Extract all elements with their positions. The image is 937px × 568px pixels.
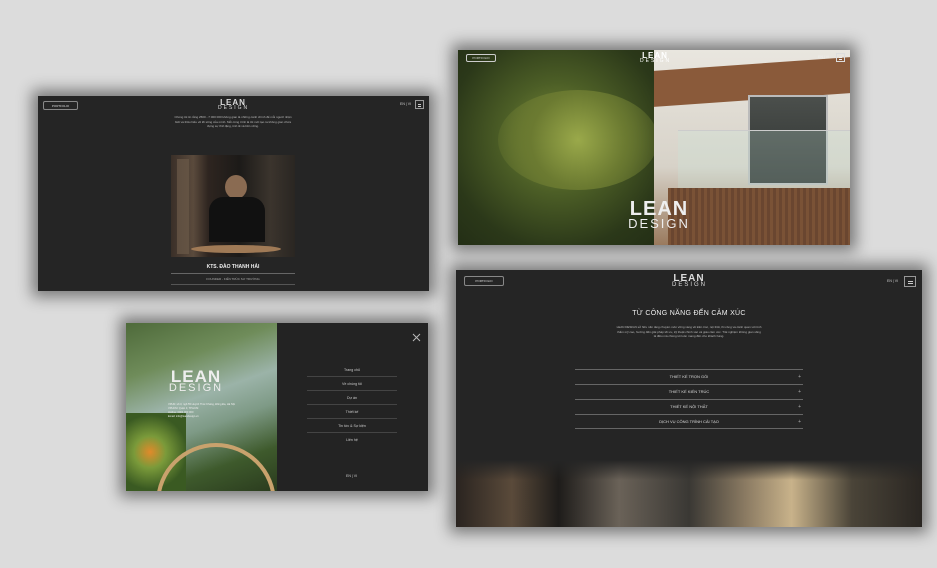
hero-deck [668, 188, 850, 245]
accordion-package-design[interactable]: THIẾT KẾ TRỌN GÓI + [575, 369, 803, 383]
accordion-label: THIẾT KẾ TRỌN GÓI [669, 374, 709, 379]
hero-tree-canopy [498, 90, 658, 190]
accordion-architecture-design[interactable]: THIẾT KẾ KIẾN TRÚC + [575, 384, 803, 398]
services-bottom-image [456, 460, 922, 527]
menu-button[interactable] [904, 276, 916, 287]
accordion-label: THIẾT KẾ NỘI THẤT [670, 404, 708, 409]
menu-item-projects[interactable]: Dự án [307, 392, 397, 405]
services-image-fade [456, 460, 922, 480]
menu-language-switch[interactable]: EN | VI [346, 474, 357, 478]
menu-side-image: LEAN DESIGN VPHN: số 3, ngõ 55 Huỳnh Thú… [126, 323, 277, 491]
services-body: LEAN DESIGN sở hữu nền tảng chuyên môn v… [616, 325, 762, 338]
logo-line2: DESIGN [640, 58, 672, 65]
panel-hero: PORTFOLIO LEAN DESIGN EN | VI LEAN DESIG… [458, 50, 850, 245]
logo-line2: DESIGN [672, 282, 708, 288]
hero-railing [678, 130, 850, 189]
plus-icon: + [798, 389, 801, 395]
hero-logo-line2: DESIGN [628, 216, 690, 231]
menu-button[interactable] [836, 53, 845, 62]
menu-logo-line2: DESIGN [168, 382, 224, 395]
menu-item-about[interactable]: Về chúng tôi [307, 378, 397, 391]
plus-icon: + [798, 404, 801, 410]
logo[interactable]: LEAN DESIGN [640, 51, 672, 65]
panel-founder: PORTFOLIO LEAN DESIGN EN | VI Chúng tôi … [38, 96, 429, 291]
language-switch[interactable]: EN | VI [887, 279, 898, 283]
accordion-interior-design[interactable]: THIẾT KẾ NỘI THẤT + [575, 399, 803, 413]
founder-role: FOUNDER - KIẾN TRÚC SƯ TRƯỞNG [206, 277, 260, 281]
accordion-renovation[interactable]: DỊCH VỤ CÔNG TRÌNH CẢI TẠO + [575, 414, 803, 429]
intro-text: Chúng tôi tin rằng 2500 - 7 000 000 khôn… [174, 115, 292, 128]
founder-name: KTS. ĐÀO THANH HẢI [206, 264, 260, 270]
menu-button[interactable] [415, 100, 424, 109]
founder-divider [171, 273, 295, 274]
founder-photo [171, 155, 295, 257]
menu-contact: VPHN: số 3, ngõ 55 Huỳnh Thúc Kháng, Đốn… [168, 403, 235, 418]
accordion-label: THIẾT KẾ KIẾN TRÚC [668, 389, 710, 394]
services-heading: TỪ CÔNG NĂNG ĐẾN CẢM XÚC [632, 310, 746, 317]
menu-item-news[interactable]: Tin tức & Sự kiện [307, 420, 397, 433]
portfolio-button[interactable]: PORTFOLIO [466, 54, 496, 62]
menu-item-contact[interactable]: Liên hệ [307, 434, 397, 446]
plus-icon: + [798, 419, 801, 425]
logo[interactable]: LEAN DESIGN [218, 98, 250, 112]
hero-logo-overlay: LEAN DESIGN [624, 199, 694, 231]
menu-item-home[interactable]: Trang chủ [307, 364, 397, 377]
portfolio-button[interactable]: PORTFOLIO [43, 101, 78, 110]
close-icon[interactable] [412, 329, 421, 342]
portfolio-button[interactable]: PORTFOLIO [464, 276, 504, 286]
menu-logo: LEAN DESIGN [166, 368, 226, 395]
plus-icon: + [798, 374, 801, 380]
menu-item-design[interactable]: Thiết kế [307, 406, 397, 419]
accordion-label: DỊCH VỤ CÔNG TRÌNH CẢI TẠO [659, 419, 719, 424]
logo-line2: DESIGN [218, 105, 250, 112]
language-switch[interactable]: EN | VI [818, 55, 829, 59]
logo[interactable]: LEAN DESIGN [672, 274, 708, 289]
founder-divider-bottom [171, 284, 295, 285]
language-switch[interactable]: EN | VI [400, 102, 411, 106]
